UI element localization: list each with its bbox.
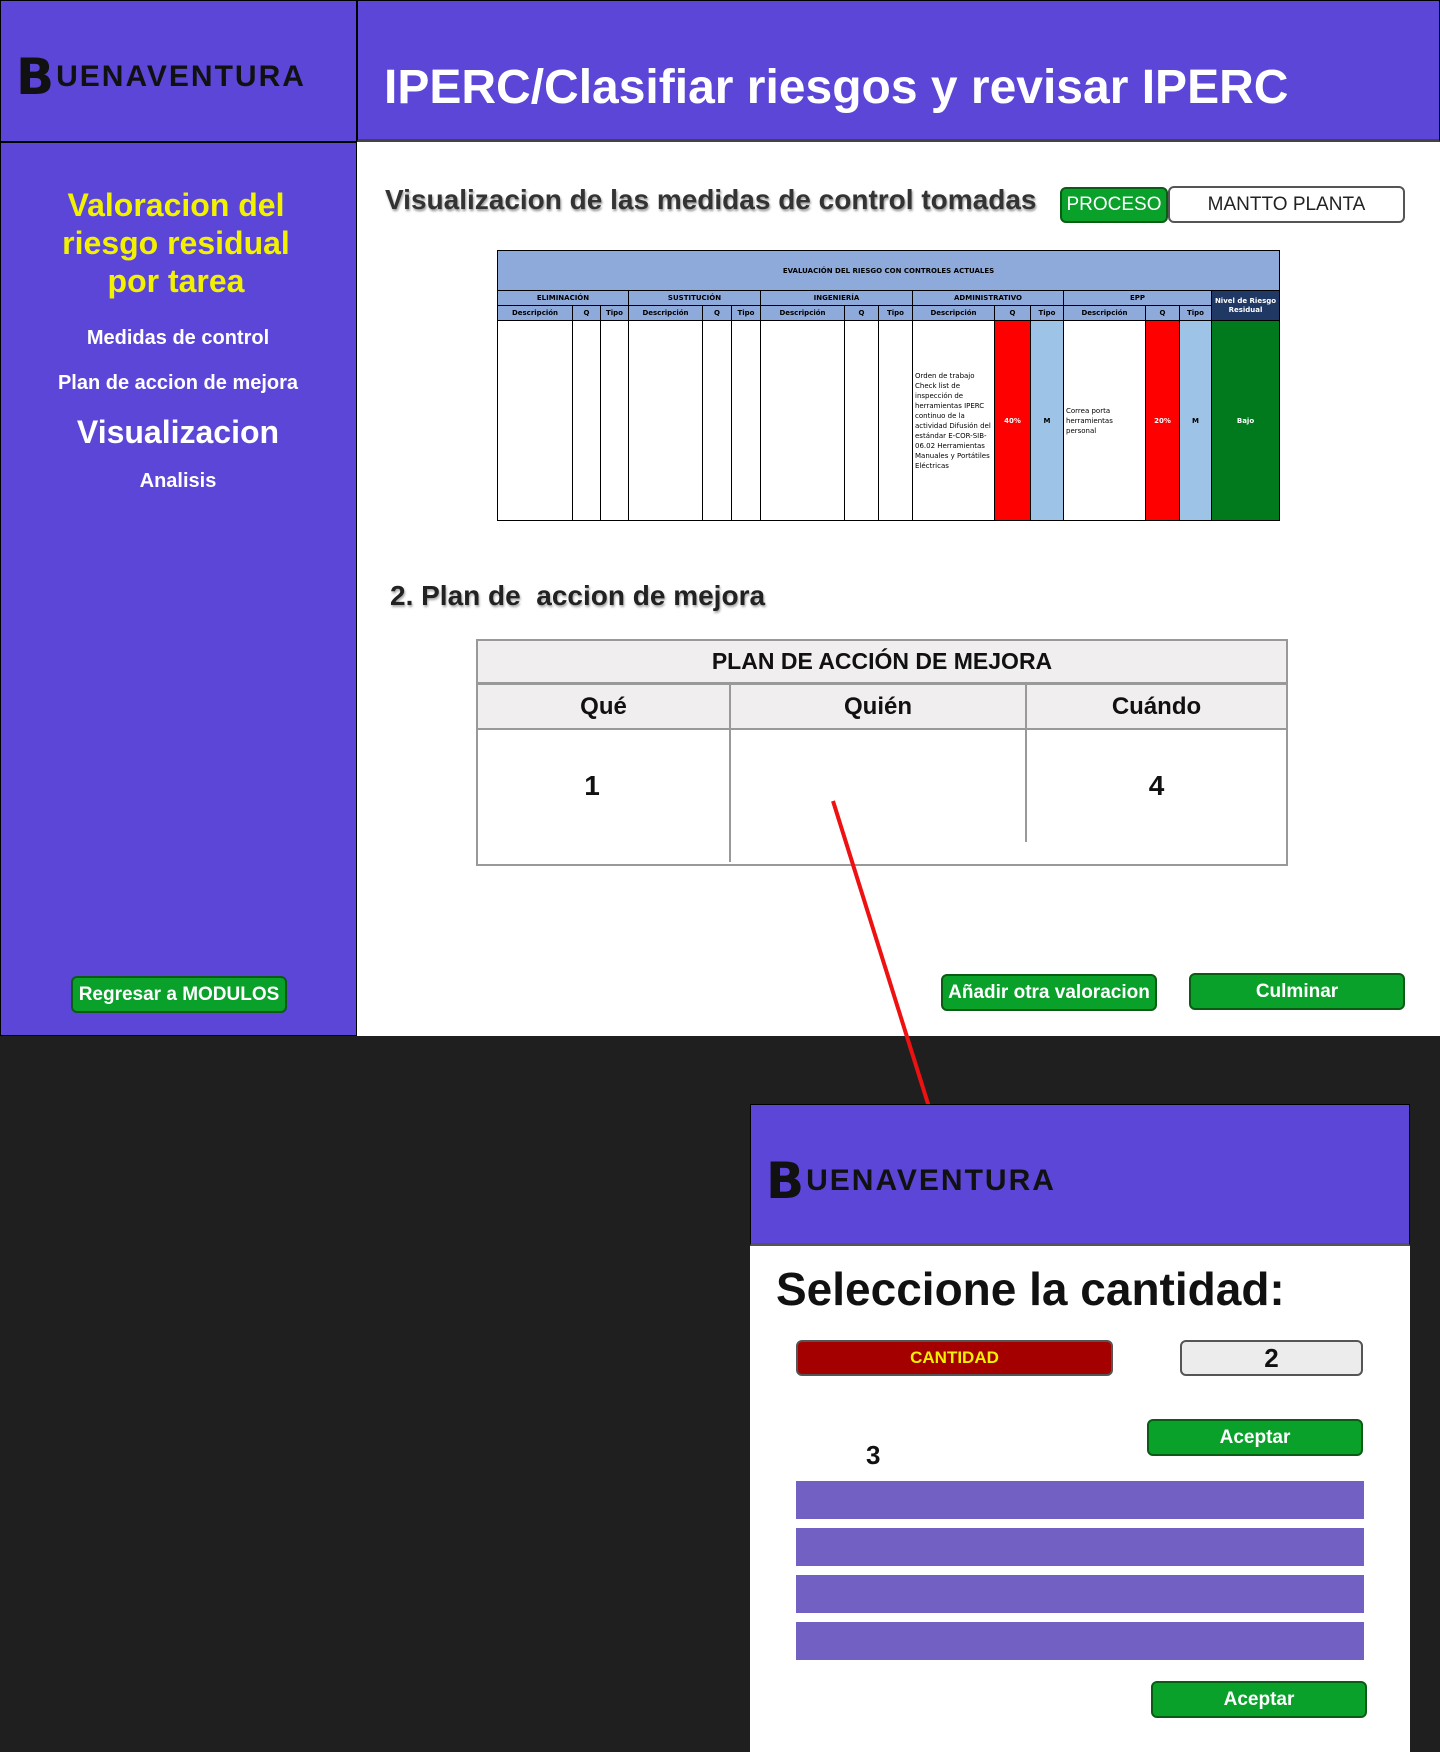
cantidad-label: CANTIDAD bbox=[796, 1340, 1113, 1376]
logo-text: UENAVENTURA bbox=[806, 1164, 1056, 1197]
accept-quantity-button[interactable]: Aceptar bbox=[1147, 1419, 1363, 1456]
list-marker: 3 bbox=[866, 1440, 881, 1470]
quantity-list-item[interactable] bbox=[796, 1575, 1364, 1613]
dialog-heading: Seleccione la cantidad: bbox=[776, 1263, 1285, 1315]
connector-line bbox=[831, 800, 942, 1143]
quantity-dialog: B UENAVENTURA Seleccione la cantidad: CAN… bbox=[750, 1104, 1410, 1752]
logo-initial: B bbox=[766, 1152, 805, 1210]
quantity-list-item[interactable] bbox=[796, 1622, 1364, 1660]
accept-bottom-button[interactable]: Aceptar bbox=[1151, 1681, 1367, 1718]
quantity-list-item[interactable] bbox=[796, 1481, 1364, 1519]
dialog-logo: B UENAVENTURA bbox=[766, 1152, 1056, 1210]
quantity-list-item[interactable] bbox=[796, 1528, 1364, 1566]
cantidad-input[interactable]: 2 bbox=[1180, 1340, 1363, 1376]
